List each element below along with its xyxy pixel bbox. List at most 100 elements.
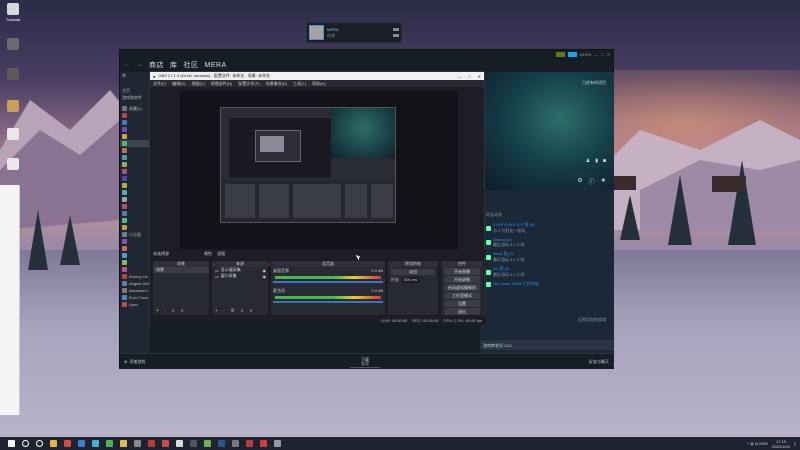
library-game-item[interactable]: Among Us	[120, 273, 150, 280]
friends-chat-button[interactable]: 好友与聊天	[589, 359, 609, 365]
library-game-item[interactable]	[120, 182, 150, 189]
minimize-icon[interactable]: —	[594, 52, 598, 57]
library-game-item[interactable]	[120, 203, 150, 210]
info-icon[interactable]: ⓘ	[589, 177, 595, 186]
nav-tab-community[interactable]: 社区	[184, 60, 199, 70]
control-button[interactable]: 开始直播	[444, 268, 480, 275]
background-window[interactable]	[0, 185, 20, 415]
transition-select[interactable]: 淡出	[391, 269, 435, 275]
library-game-item[interactable]	[120, 196, 150, 203]
steam-icon[interactable]	[218, 440, 225, 447]
volume-slider[interactable]	[273, 281, 383, 283]
library-game-item[interactable]	[120, 147, 150, 154]
gear-icon[interactable]: ⚙	[577, 177, 582, 186]
add-game-button[interactable]: ⊕ 添加游戏	[124, 359, 145, 365]
menu-item[interactable]: 帮助(H)	[312, 81, 326, 87]
app-gray3-icon[interactable]	[274, 440, 281, 447]
back-arrow-icon[interactable]: ←	[124, 62, 131, 68]
windows-start-icon[interactable]	[8, 440, 15, 447]
properties-button[interactable]: 属性	[204, 251, 212, 257]
system-tray[interactable]: ^ ◍ ⊡ ENG	[747, 441, 768, 446]
app-gray2-icon[interactable]	[232, 440, 239, 447]
control-button[interactable]: 开始录制	[444, 276, 480, 283]
menu-item[interactable]: 场景集合(S)	[266, 81, 287, 87]
task-view-icon[interactable]	[36, 440, 43, 447]
obs-preview[interactable]	[180, 91, 488, 267]
forward-arrow-icon[interactable]: →	[137, 62, 144, 68]
app-green-icon[interactable]	[106, 440, 113, 447]
library-game-item[interactable]	[120, 259, 150, 266]
nav-tab-library[interactable]: 库	[170, 60, 178, 70]
library-game-item[interactable]: Euro Truck Simulator	[120, 294, 150, 301]
library-game-item[interactable]: 收藏(1)	[120, 105, 150, 112]
library-game-item[interactable]	[120, 168, 150, 175]
library-game-item[interactable]	[120, 133, 150, 140]
library-game-item[interactable]	[120, 126, 150, 133]
control-button[interactable]: 设置	[444, 300, 480, 307]
friends-icon[interactable]	[567, 52, 577, 57]
activity-item[interactable]: Ori 我 (2) 最近游玩 2.0 小时	[486, 266, 606, 278]
library-game-item[interactable]	[120, 217, 150, 224]
menu-item[interactable]: 视图(V)	[191, 81, 204, 87]
app-red5-icon[interactable]	[260, 440, 267, 447]
bar-chart-icon[interactable]: ▮	[595, 158, 598, 164]
volume-slider[interactable]	[273, 301, 383, 303]
edge-icon[interactable]	[92, 440, 99, 447]
minimize-button[interactable]: —	[457, 74, 461, 79]
library-game-item[interactable]	[120, 252, 150, 259]
notification-icon[interactable]: ▯	[794, 441, 796, 446]
library-game-item[interactable]	[120, 154, 150, 161]
library-header[interactable]: 库	[120, 72, 150, 79]
library-game-item[interactable]	[120, 238, 150, 245]
library-game-item[interactable]	[120, 119, 150, 126]
search-icon[interactable]	[22, 440, 29, 447]
nav-tab-profile[interactable]: MERA	[205, 62, 227, 69]
desktop-icon[interactable]	[2, 68, 24, 80]
scene-controls[interactable]: + - ∧ ∨	[156, 308, 186, 314]
desktop-icon[interactable]	[2, 158, 24, 170]
controller-icon[interactable]: ◙	[603, 158, 606, 164]
library-game-item[interactable]	[120, 245, 150, 252]
notification-icon[interactable]	[555, 52, 565, 57]
menu-item[interactable]: 工具(T)	[293, 81, 306, 87]
person-icon[interactable]: ♟	[586, 158, 590, 164]
clock[interactable]: 17:15 2022/1/24	[772, 439, 790, 449]
control-button[interactable]: 启动虚拟摄像机	[444, 284, 480, 291]
activity-item[interactable]: Ori Game 100% 工作完成	[486, 281, 606, 287]
library-game-item[interactable]: Assassin's Creed	[120, 287, 150, 294]
desktop-icon[interactable]	[2, 100, 24, 112]
friends-popup[interactable]: MERA 在线	[306, 22, 402, 43]
library-game-item[interactable]	[120, 210, 150, 217]
library-game-item[interactable]	[120, 189, 150, 196]
close-button[interactable]: ✕	[478, 74, 481, 79]
control-button[interactable]: 工作室模式	[444, 292, 480, 299]
desktop-icon[interactable]	[2, 38, 24, 50]
minimize-icon[interactable]	[393, 28, 399, 31]
app-red-icon[interactable]	[64, 440, 71, 447]
library-game-item[interactable]	[120, 224, 150, 231]
chrome-icon[interactable]	[50, 440, 57, 447]
library-game-item[interactable]: Apex	[120, 301, 150, 308]
eye-icon[interactable]: ◉	[263, 274, 267, 279]
folder-icon[interactable]	[120, 440, 127, 447]
scene-item[interactable]: 场景	[153, 267, 209, 273]
app-white-icon[interactable]	[176, 440, 183, 447]
desktop-icon[interactable]: Translat	[2, 3, 24, 22]
activity-item[interactable]: Among Us 最近游玩 5.2 小时	[486, 237, 606, 248]
nav-tab-store[interactable]: 商店	[149, 60, 164, 70]
account-name[interactable]: MERA	[580, 52, 592, 57]
menu-item[interactable]: 编辑(E)	[172, 81, 185, 87]
maximize-button[interactable]: □	[468, 74, 470, 79]
close-icon[interactable]: ✕	[607, 52, 610, 57]
menu-item[interactable]: 配置文件(P)	[238, 81, 259, 87]
app-green2-icon[interactable]	[204, 440, 211, 447]
downloads-button[interactable]: 下载 管理	[350, 358, 380, 368]
library-game-item[interactable]: Angela Sefordes	[120, 280, 150, 287]
avatar[interactable]	[309, 25, 324, 40]
app-gray-icon[interactable]	[134, 440, 141, 447]
duration-input[interactable]: 300 ms	[402, 277, 420, 283]
source-controls[interactable]: + - ⚙ ∧ ∨	[215, 308, 255, 314]
app-red4-icon[interactable]	[246, 440, 253, 447]
source-item[interactable]: ▭ 窗口采集 ◉	[212, 273, 268, 279]
library-game-item[interactable]	[120, 161, 150, 168]
